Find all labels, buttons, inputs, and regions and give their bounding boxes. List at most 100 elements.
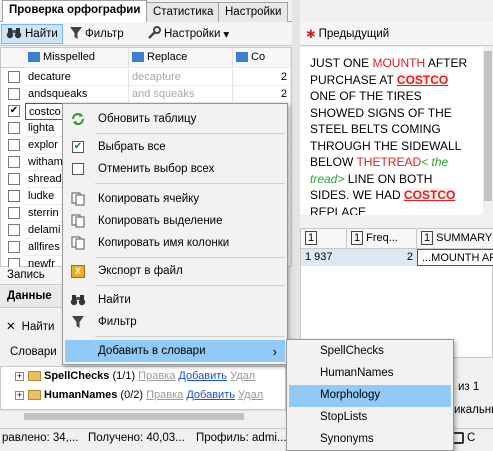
text-column-icon [132, 52, 144, 63]
edit-link[interactable]: Правка [146, 389, 183, 401]
document-text: JUST ONE MOUNTH AFTER PURCHASE AT COSTCO… [300, 47, 483, 215]
tab-spellcheck[interactable]: Проверка орфографии [2, 0, 148, 23]
menu-item-find[interactable]: Найти [65, 289, 285, 311]
submenu-item-stoplists[interactable]: StopLists [289, 407, 451, 429]
row-checkbox[interactable] [8, 224, 20, 236]
submenu-item-humannames[interactable]: HumanNames [289, 363, 451, 385]
menu-item-filter[interactable]: Фильтр [65, 311, 285, 333]
context-menu: Обновить таблицу ✔ Выбрать все Отменить … [62, 103, 288, 365]
settings-label: Настройки [164, 28, 221, 40]
dictionaries-submenu: SpellChecks HumanNames Morphology StopLi… [286, 339, 454, 451]
cell-count[interactable]: 2 [233, 86, 291, 103]
dictionary-count: (1/1) [112, 370, 136, 382]
menu-item-export[interactable]: X Экспорт в файл [65, 260, 285, 282]
binoculars-icon [6, 27, 22, 42]
row-checkbox[interactable] [8, 241, 20, 253]
right-top-bar [300, 0, 493, 22]
col-header-summary[interactable]: 1 SUMMARY [417, 229, 493, 249]
menu-item-deselect-all[interactable]: Отменить выбор всех [65, 158, 285, 180]
record-label: Запись [7, 269, 45, 281]
error-word[interactable]: COSTCO [404, 188, 456, 202]
row-checkbox[interactable] [8, 139, 20, 151]
remove-link[interactable]: Удал [230, 370, 255, 382]
submenu-item-spellchecks[interactable]: SpellChecks [289, 341, 451, 363]
scrollbar-thumb[interactable] [24, 413, 244, 420]
col-header-misspelled[interactable]: Misspelled [25, 48, 129, 68]
cell-freq[interactable]: 2 [347, 249, 417, 266]
main-tabbar: Проверка орфографии Статистика Настройки [0, 0, 292, 23]
cell-misspelled[interactable]: decature [25, 69, 129, 86]
cell-id[interactable]: 1 937 [301, 249, 347, 266]
submenu-item-morphology[interactable]: Morphology [289, 385, 451, 407]
row-checkbox[interactable] [8, 122, 20, 134]
menu-item-add-to-dictionaries[interactable]: Добавить в словари › [65, 340, 285, 362]
previous-button[interactable]: ✱ Предыдущий [302, 24, 393, 44]
error-word[interactable]: COSTCO [396, 72, 449, 87]
funnel-icon [65, 311, 91, 333]
chevron-right-icon: › [272, 343, 277, 359]
cell-replace[interactable]: and squeaks [129, 86, 233, 103]
menu-separator [95, 133, 285, 134]
horizontal-scrollbar[interactable] [0, 410, 286, 422]
column-icon: 1 [351, 231, 364, 245]
tab-statistics[interactable]: Статистика [146, 2, 221, 22]
col-header-replace[interactable]: Replace [129, 48, 233, 68]
partial-label: икальны [454, 404, 493, 416]
close-icon[interactable]: ✕ [6, 321, 16, 333]
dictionaries-list: + SpellChecks (1/1) Правка Добавить Удал +… [0, 366, 286, 410]
row-checkbox[interactable] [8, 190, 20, 202]
tab-settings[interactable]: Настройки [218, 2, 289, 22]
expand-icon[interactable]: + [15, 372, 24, 381]
row-checkbox[interactable] [8, 156, 20, 168]
menu-item-refresh[interactable]: Обновить таблицу [65, 108, 285, 130]
add-link[interactable]: Добавить [186, 389, 235, 401]
checked-box-icon: ✔ [72, 141, 84, 153]
column-icon: 1 [421, 231, 434, 245]
tab-data[interactable]: Данные [0, 286, 62, 308]
error-word[interactable]: MOUNTH [372, 56, 425, 70]
find-button[interactable]: Найти [1, 24, 63, 44]
folder-icon [28, 371, 41, 382]
excel-export-icon: X [65, 260, 91, 282]
text-scrollbar[interactable] [483, 47, 493, 215]
col-header-count[interactable]: Co [233, 48, 291, 68]
menu-item-copy-cell[interactable]: Копировать ячейку [65, 188, 285, 210]
submenu-item-synonyms[interactable]: Synonyms [289, 429, 451, 451]
funnel-icon [70, 26, 82, 42]
right-splitter[interactable] [300, 215, 493, 228]
col-header-id[interactable]: 1 [301, 229, 347, 249]
menu-item-copy-selection[interactable]: Копировать выделение [65, 210, 285, 232]
copy-icon [65, 210, 91, 232]
edit-link[interactable]: Правка [138, 370, 175, 382]
number-column-icon [236, 52, 248, 63]
error-word[interactable]: THETREAD [356, 155, 421, 169]
right-toolbar: ✱ Предыдущий [300, 22, 493, 46]
row-checkbox[interactable]: ✔ [8, 105, 20, 117]
row-checkbox[interactable] [8, 173, 20, 185]
settings-button[interactable]: Настройки ▾ [144, 24, 233, 44]
left-toolbar: Найти Фильтр Настройки ▾ [0, 22, 292, 46]
status-sent: равлено: 34,... [2, 432, 79, 444]
col-header-freq[interactable]: 1 Freq... [347, 229, 417, 249]
status-received: Получено: 40,03... [88, 432, 185, 444]
find-label: Найти [25, 28, 58, 40]
add-link[interactable]: Добавить [178, 370, 227, 382]
row-checkbox[interactable] [8, 88, 20, 100]
scrollbar-thumb[interactable] [484, 51, 492, 201]
cell-summary[interactable]: ...MOUNTH AF [417, 249, 493, 266]
cell-misspelled[interactable]: andsqueaks [25, 86, 129, 103]
row-checkbox[interactable] [8, 71, 20, 83]
expand-icon[interactable]: + [15, 391, 24, 400]
row-checkbox[interactable] [8, 207, 20, 219]
find-panel: ✕ Найти [0, 316, 62, 338]
menu-item-select-all[interactable]: ✔ Выбрать все [65, 136, 285, 158]
cell-replace[interactable]: decapture [129, 69, 233, 86]
remove-link[interactable]: Удал [238, 389, 263, 401]
binoculars-icon [65, 289, 91, 311]
red-bookmark-icon: ✱ [306, 29, 316, 41]
cell-count[interactable]: 2 [233, 69, 291, 86]
menu-item-copy-column-name[interactable]: Копировать имя колонки [65, 232, 285, 254]
copy-icon [65, 232, 91, 254]
filter-button[interactable]: Фильтр [66, 24, 128, 44]
refresh-icon [65, 108, 91, 130]
